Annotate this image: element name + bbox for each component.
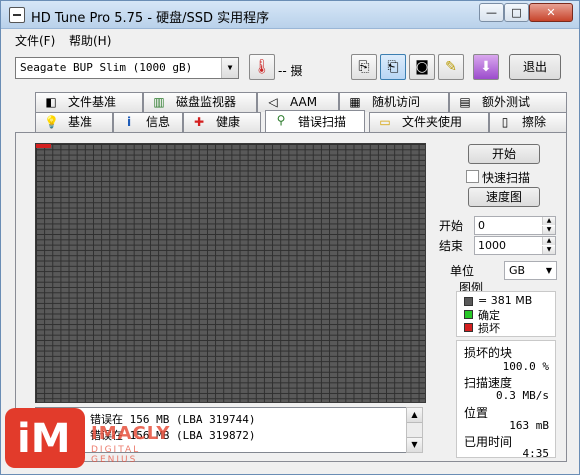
tab-folder-usage[interactable]: ▭ 文件夹使用 xyxy=(369,112,489,132)
block-map xyxy=(35,143,426,403)
start-scan-button[interactable]: 开始 xyxy=(468,144,540,164)
scroll-down-icon[interactable]: ▼ xyxy=(407,437,422,452)
end-position-input[interactable]: 1000 ▲ ▼ xyxy=(474,236,556,255)
drive-select[interactable]: Seagate BUP Slim (1000 gB) ▼ xyxy=(15,57,239,79)
minimize-button[interactable]: — xyxy=(479,3,504,22)
tab-extra-tests[interactable]: ▤ 额外测试 xyxy=(449,92,567,112)
spin-down-icon[interactable]: ▼ xyxy=(542,246,555,254)
spin-down-icon[interactable]: ▼ xyxy=(542,226,555,234)
tab-erase[interactable]: ▯ 擦除 xyxy=(489,112,567,132)
extra-icon: ▤ xyxy=(459,95,471,109)
temperature-readout: -- 摄 xyxy=(278,64,303,78)
copy-screenshot-icon[interactable]: ⎗ xyxy=(380,54,406,80)
legend-swatch-damaged xyxy=(464,323,473,332)
magnifier-icon: ⚲ xyxy=(276,113,286,127)
spin-up-icon[interactable]: ▲ xyxy=(542,217,555,225)
tab-health[interactable]: ✚ 健康 xyxy=(183,112,261,132)
unit-select[interactable]: GB ▼ xyxy=(504,261,557,280)
chevron-down-icon: ▼ xyxy=(545,266,553,275)
scan-speed-value: 0.3 MB/s xyxy=(496,389,549,402)
camera-icon[interactable]: ◙ xyxy=(409,54,435,80)
watermark: iM IMACLY DIGITAL GENIUS xyxy=(1,403,186,475)
watermark-tagline: DIGITAL GENIUS xyxy=(91,445,141,465)
tab-info[interactable]: i 信息 xyxy=(113,112,183,132)
quick-scan-label: 快速扫描 xyxy=(482,171,531,185)
end-position-value: 1000 xyxy=(478,239,506,252)
title-bar[interactable]: HD Tune Pro 5.75 - 硬盘/SSD 实用程序 — □ ✕ xyxy=(1,1,579,29)
legend-swatch-block xyxy=(464,297,473,306)
end-label: 结束 xyxy=(439,239,464,253)
unit-select-value: GB xyxy=(509,264,526,277)
damaged-blocks-value: 100.0 % xyxy=(502,360,549,373)
drive-select-value: Seagate BUP Slim (1000 gB) xyxy=(20,61,193,74)
toolbar: Seagate BUP Slim (1000 gB) ▼ 🌡 -- 摄 ⎘ ⎗ … xyxy=(1,49,579,89)
menu-file[interactable]: 文件(F) xyxy=(15,32,55,49)
quick-scan-checkbox[interactable] xyxy=(466,170,479,183)
speed-map-button[interactable]: 速度图 xyxy=(468,187,540,207)
legend-swatch-ok xyxy=(464,310,473,319)
thermometer-icon[interactable]: 🌡 xyxy=(249,54,275,80)
health-icon: ✚ xyxy=(193,115,205,129)
bulb-icon: 💡 xyxy=(44,115,59,129)
position-value: 163 mB xyxy=(509,419,549,432)
start-label: 开始 xyxy=(439,219,464,233)
damaged-block-marker xyxy=(36,144,51,148)
tab-error-scan[interactable]: ⚲ 错误扫描 xyxy=(265,110,365,132)
copy-text-icon[interactable]: ⎘ xyxy=(351,54,377,80)
speaker-icon: ◁ xyxy=(268,95,278,109)
menu-help[interactable]: 帮助(H) xyxy=(69,32,111,49)
watermark-brand: IMACLY xyxy=(91,423,171,444)
tab-benchmark[interactable]: 💡 基准 xyxy=(35,112,113,132)
settings-icon[interactable]: ✎ xyxy=(438,54,464,80)
hdd-benchmark-icon: ◧ xyxy=(45,95,57,109)
random-icon: ▦ xyxy=(349,95,361,109)
watermark-logo: iM xyxy=(5,408,85,468)
legend-block-size: = 381 MB xyxy=(478,294,533,307)
folder-icon: ▭ xyxy=(379,115,391,129)
spin-up-icon[interactable]: ▲ xyxy=(542,237,555,245)
chart-icon: ▥ xyxy=(153,95,165,109)
close-button[interactable]: ✕ xyxy=(529,3,573,22)
log-scrollbar[interactable]: ▲ ▼ xyxy=(406,407,423,453)
elapsed-time-value: 4:35 xyxy=(522,447,550,460)
exit-button[interactable]: 退出 xyxy=(509,54,561,80)
unit-label: 单位 xyxy=(450,264,475,278)
legend-damaged: 损坏 xyxy=(478,322,500,335)
damaged-blocks-label: 损坏的块 xyxy=(464,346,513,360)
start-position-input[interactable]: 0 ▲ ▼ xyxy=(474,216,556,235)
menu-bar: 文件(F) 帮助(H) xyxy=(1,29,579,49)
start-position-value: 0 xyxy=(478,219,485,232)
tab-disk-monitor[interactable]: ▥ 磁盘监视器 xyxy=(143,92,257,112)
download-arrow-icon[interactable]: ⬇ xyxy=(473,54,499,80)
app-window: HD Tune Pro 5.75 - 硬盘/SSD 实用程序 — □ ✕ 文件(… xyxy=(0,0,580,475)
tab-random-access[interactable]: ▦ 随机访问 xyxy=(339,92,449,112)
tab-file-benchmark[interactable]: ◧ 文件基准 xyxy=(35,92,143,112)
info-icon: i xyxy=(126,115,132,129)
app-icon xyxy=(9,7,25,23)
tab-aam[interactable]: ◁ AAM xyxy=(257,92,339,112)
scroll-up-icon[interactable]: ▲ xyxy=(407,408,422,423)
window-title: HD Tune Pro 5.75 - 硬盘/SSD 实用程序 xyxy=(31,11,270,26)
trash-icon: ▯ xyxy=(501,115,509,129)
chevron-down-icon: ▼ xyxy=(221,58,238,78)
maximize-button[interactable]: □ xyxy=(504,3,529,22)
